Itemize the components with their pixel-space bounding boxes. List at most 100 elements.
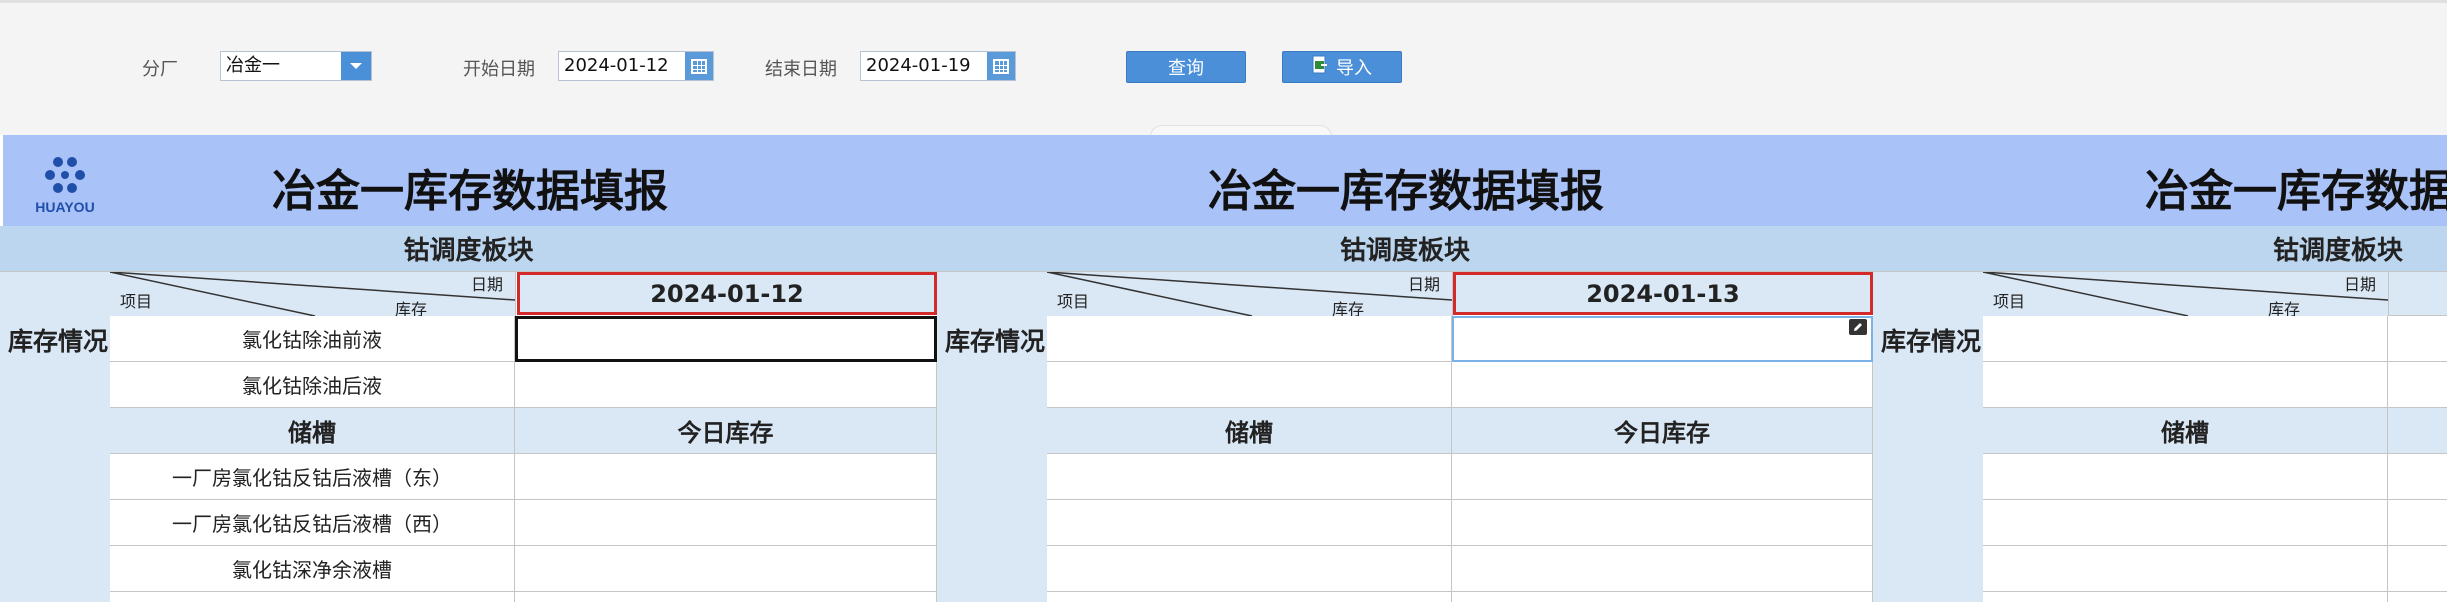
- side-column-bg: [0, 226, 110, 602]
- stock-input-cell[interactable]: [1452, 362, 1873, 408]
- date-value: 2024-01-13: [1586, 279, 1740, 308]
- stock-input-cell[interactable]: [2388, 316, 2447, 362]
- edit-icon[interactable]: [1849, 319, 1867, 335]
- tank-name: 氯化钴深净余液槽: [232, 558, 392, 582]
- tank-row-label: 一厂房氯化钴反钴后液槽（东）: [110, 454, 515, 500]
- tank-stock-input[interactable]: [1452, 500, 1873, 546]
- today-header-label: 今日库存: [1614, 419, 1710, 447]
- side-column-bg: [1873, 226, 1983, 602]
- tank-column-header: 储槽: [1047, 408, 1452, 454]
- today-stock-header: 今日库存: [515, 408, 937, 454]
- import-button-label: 导入: [1336, 58, 1372, 79]
- end-date-input[interactable]: 2024-01-19: [860, 51, 1016, 81]
- tank-row-label: [1983, 546, 2388, 592]
- tank-row-label: [1047, 592, 1452, 602]
- import-icon: [1312, 55, 1328, 80]
- branch-label: 分厂: [142, 59, 178, 80]
- section-header: 钴调度板块: [1873, 226, 2447, 272]
- stock-input-cell[interactable]: [515, 362, 937, 408]
- tank-row-label: [110, 592, 515, 602]
- tank-stock-input[interactable]: [2388, 454, 2447, 500]
- section-header: 钴调度板块: [0, 226, 937, 272]
- item-row-label: [1983, 316, 2388, 362]
- tank-row-label: [1983, 454, 2388, 500]
- tank-stock-input[interactable]: [515, 500, 937, 546]
- tank-name: 一厂房氯化钴反钴后液槽（西）: [172, 512, 452, 536]
- tank-stock-input[interactable]: [1452, 546, 1873, 592]
- tank-header-label: 储槽: [2161, 419, 2209, 447]
- item-row-label: 氯化钴除油前液: [110, 316, 515, 362]
- tank-stock-input[interactable]: [1452, 592, 1873, 602]
- section-header-label: 钴调度板块: [403, 236, 534, 266]
- diagonal-header: 日期 项目 库存: [1047, 272, 1453, 319]
- section-header-label: 钴调度板块: [1339, 236, 1470, 266]
- branch-select-value: 冶金一: [226, 55, 280, 76]
- report-title: 冶金一库存数据填报: [1208, 166, 1604, 217]
- tank-row-label: 一厂房氯化钴反钴后液槽（西）: [110, 500, 515, 546]
- tank-column-header: 储槽: [110, 408, 515, 454]
- tank-name: 一厂房氯化钴反钴后液槽（东）: [172, 466, 452, 490]
- date-column-header: [2389, 272, 2447, 316]
- diag-date-label: 日期: [1407, 275, 1440, 294]
- tank-row-label: [1047, 500, 1452, 546]
- end-date-value: 2024-01-19: [866, 55, 971, 76]
- start-date-label: 开始日期: [463, 59, 535, 80]
- calendar-icon[interactable]: [987, 52, 1015, 80]
- stock-input-cell[interactable]: [515, 316, 937, 362]
- tank-stock-input[interactable]: [1452, 454, 1873, 500]
- stock-input-cell[interactable]: [2388, 362, 2447, 408]
- logo-mark-icon: [45, 157, 85, 193]
- date-column-header: 2024-01-13: [1453, 272, 1873, 315]
- item-row-label: [1983, 362, 2388, 408]
- logo-text: HUAYOU: [35, 199, 95, 215]
- tank-stock-input[interactable]: [2388, 592, 2447, 602]
- report-title: 冶金一库存数据填报: [272, 166, 668, 217]
- tank-stock-input[interactable]: [2388, 500, 2447, 546]
- diag-item-label: 项目: [1057, 292, 1090, 311]
- item-row-label: 氯化钴除油后液: [110, 362, 515, 408]
- branch-select[interactable]: 冶金一: [220, 51, 372, 81]
- tank-row-label: [1047, 546, 1452, 592]
- stock-status-label: 库存情况: [945, 327, 1046, 356]
- chevron-down-icon[interactable]: [341, 52, 371, 80]
- tank-stock-input[interactable]: [515, 546, 937, 592]
- query-button-label: 查询: [1168, 58, 1204, 79]
- diag-date-label: 日期: [2343, 275, 2376, 294]
- date-column-header: 2024-01-12: [517, 272, 937, 315]
- tank-row-label: 氯化钴深净余液槽: [110, 546, 515, 592]
- side-column-bg: [937, 226, 1047, 602]
- calendar-icon[interactable]: [685, 52, 713, 80]
- stock-status-label: 库存情况: [1881, 327, 1982, 356]
- date-value: 2024-01-12: [650, 279, 804, 308]
- stock-status-label: 库存情况: [8, 327, 109, 356]
- start-date-value: 2024-01-12: [564, 55, 669, 76]
- stock-input-cell[interactable]: [1452, 316, 1873, 362]
- tank-header-label: 储槽: [288, 419, 336, 447]
- tank-column-header: 储槽: [1983, 408, 2388, 454]
- item-row-label: [1047, 316, 1452, 362]
- tank-row-label: [1047, 454, 1452, 500]
- item-name: 氯化钴除油后液: [242, 374, 382, 398]
- tank-stock-input[interactable]: [2388, 546, 2447, 592]
- tank-row-label: [1983, 500, 2388, 546]
- tank-stock-input[interactable]: [515, 454, 937, 500]
- report-title: 冶金一库存数据填报: [2145, 166, 2447, 217]
- query-button[interactable]: 查询: [1126, 51, 1246, 83]
- tank-row-label: [1983, 592, 2388, 602]
- today-header-label: 今日库存: [677, 419, 774, 447]
- end-date-label: 结束日期: [765, 59, 837, 80]
- today-stock-header: [2388, 408, 2447, 454]
- diag-item-label: 项目: [1993, 292, 2026, 311]
- tank-stock-input[interactable]: [515, 592, 937, 602]
- item-name: 氯化钴除油前液: [242, 328, 382, 352]
- section-header-label: 钴调度板块: [2273, 236, 2404, 266]
- tank-header-label: 储槽: [1225, 419, 1273, 447]
- diag-item-label: 项目: [120, 292, 153, 311]
- today-stock-header: 今日库存: [1452, 408, 1873, 454]
- diag-date-label: 日期: [470, 275, 503, 294]
- item-row-label: [1047, 362, 1452, 408]
- import-button[interactable]: 导入: [1282, 51, 1402, 83]
- report-sheet: HUAYOU 冶金一库存数据填报 冶金一库存数据填报 冶金一库存数据填报 钴调度…: [0, 135, 2447, 602]
- start-date-input[interactable]: 2024-01-12: [558, 51, 714, 81]
- diagonal-header: 日期 项目 库存: [1983, 272, 2389, 319]
